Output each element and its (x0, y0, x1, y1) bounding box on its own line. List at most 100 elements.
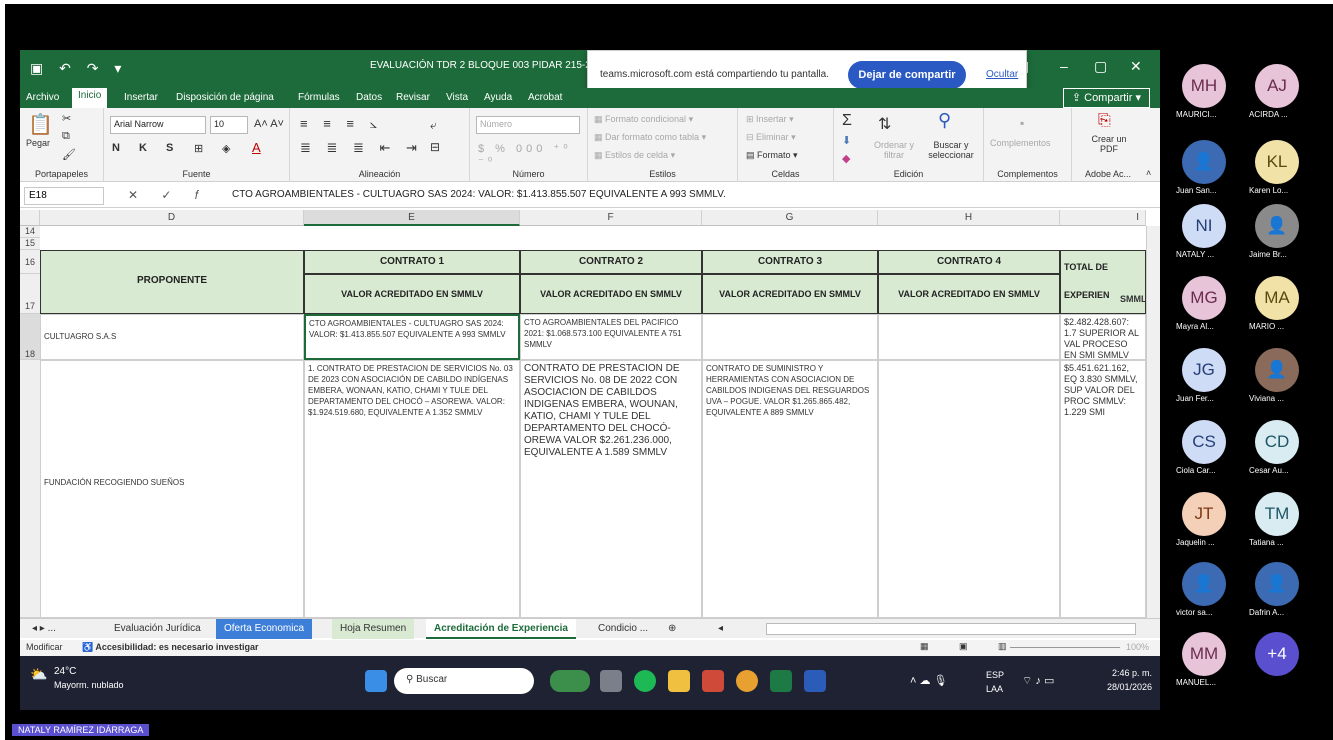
table-format-button[interactable]: ▦ Dar formato como tabla ▾ (594, 132, 706, 143)
participant-avatar[interactable]: MH (1182, 64, 1226, 108)
fill-icon[interactable]: ⬇ (842, 134, 851, 147)
clock-time[interactable]: 2:46 p. m. (1088, 668, 1152, 678)
contract-4-header[interactable]: CONTRATO 4 (878, 250, 1060, 274)
select-all-corner[interactable] (20, 210, 40, 226)
participant-avatar[interactable]: KL (1255, 140, 1299, 184)
tab-acrobat[interactable]: Acrobat (528, 92, 562, 103)
participant-avatar[interactable]: NI (1182, 204, 1226, 248)
insert-cells-button[interactable]: ⊞ Insertar ▾ (746, 114, 794, 125)
contract-cell[interactable]: 1. CONTRATO DE PRESTACION DE SERVICIOS N… (304, 360, 520, 618)
font-name-select[interactable]: Arial Narrow (110, 116, 206, 134)
windows-start-icon[interactable] (365, 670, 387, 692)
merge-icon[interactable]: ⊟ (430, 140, 440, 154)
file-explorer-icon[interactable] (668, 670, 690, 692)
fill-color-icon[interactable]: ◈ (222, 142, 230, 155)
participant-avatar[interactable]: MA (1255, 276, 1299, 320)
excel-icon[interactable] (770, 670, 792, 692)
column-header-i[interactable]: I (1060, 210, 1146, 226)
row-header-14[interactable]: 14 (20, 226, 40, 238)
task-view-icon[interactable] (600, 670, 622, 692)
contract-cell[interactable] (878, 314, 1060, 360)
spotify-icon[interactable] (634, 670, 656, 692)
proponent-name-cell[interactable]: CULTUAGRO S.A.S (40, 314, 304, 360)
horizontal-scrollbar[interactable] (766, 623, 1136, 635)
addins-button[interactable]: Complementos (990, 138, 1051, 148)
participant-avatar-image[interactable]: 👤 (1182, 140, 1226, 184)
clear-icon[interactable]: ◆ (842, 152, 850, 165)
sheet-tab[interactable]: Condicio ... (590, 619, 656, 639)
name-box[interactable]: E18 (24, 187, 104, 205)
tab-ayuda[interactable]: Ayuda (484, 92, 512, 103)
vertical-align-icons[interactable]: ≡ ≡ ≡ ⦣ (300, 116, 383, 132)
taskbar-search[interactable]: ⚲ Buscar (394, 668, 534, 694)
column-header-e[interactable]: E (304, 210, 520, 226)
zoom-slider[interactable] (1010, 647, 1120, 648)
accessibility-status[interactable]: ♿ Accesibilidad: es necesario investigar (82, 642, 258, 653)
row-header-18[interactable]: 18 (20, 314, 40, 360)
vertical-scrollbar[interactable] (1146, 226, 1160, 618)
wrap-text-icon[interactable]: ⤶ (430, 118, 437, 133)
contract-4-subheader[interactable]: VALOR ACREDITADO EN SMMLV (878, 274, 1060, 314)
row-header-16[interactable]: 16 (20, 250, 40, 274)
participant-avatar-image[interactable]: 👤 (1255, 204, 1299, 248)
tab-archivo[interactable]: Archivo (26, 92, 59, 103)
tab-disposicion[interactable]: Disposición de página (176, 92, 274, 103)
quick-access-toolbar[interactable]: ▣ ↶ ↷ ▾ (30, 60, 127, 77)
participant-avatar[interactable]: CD (1255, 420, 1299, 464)
participant-avatar-image[interactable]: 👤 (1182, 562, 1226, 606)
participant-avatar[interactable]: TM (1255, 492, 1299, 536)
sort-filter-icon[interactable]: ⇅ (878, 114, 891, 134)
participant-avatar[interactable]: JG (1182, 348, 1226, 392)
proponent-name-cell[interactable]: FUNDACIÓN RECOGIENDO SUEÑOS (40, 360, 304, 618)
create-pdf-button[interactable]: Crear un PDF (1084, 134, 1134, 154)
format-painter-icon[interactable]: 🖌 (62, 148, 76, 161)
share-button[interactable]: ⇪ Compartir ▾ (1062, 88, 1150, 108)
weather-icon[interactable]: ⛅ (30, 666, 47, 683)
hide-banner-link[interactable]: Ocultar (986, 69, 1018, 80)
sheet-tab-active[interactable]: Acreditación de Experiencia (426, 619, 576, 639)
formula-icons[interactable]: ✕ ✓ 𝑓 (128, 188, 209, 203)
contract-3-subheader[interactable]: VALOR ACREDITADO EN SMMLV (702, 274, 878, 314)
bold-italic-underline-icons[interactable]: N K S (112, 142, 181, 154)
participant-avatar[interactable]: MM (1182, 632, 1226, 676)
number-format-select[interactable]: Número (476, 116, 580, 134)
tab-insertar[interactable]: Insertar (124, 92, 158, 103)
add-sheet-icon[interactable]: ⊕ (660, 619, 684, 639)
paste-button[interactable]: Pegar (26, 138, 50, 148)
tab-datos[interactable]: Datos (356, 92, 382, 103)
contract-cell[interactable] (702, 314, 878, 360)
sheet-tab[interactable]: Hoja Resumen (332, 619, 415, 639)
collapse-ribbon-icon[interactable]: ˄ (1146, 168, 1151, 178)
total-cell[interactable]: $2.482.428.607: 1.7 SUPERIOR AL VAL PROC… (1060, 314, 1146, 360)
row-header-19[interactable] (20, 360, 40, 618)
participant-avatar[interactable]: JT (1182, 492, 1226, 536)
format-cells-button[interactable]: ▤ Formato ▾ (746, 150, 798, 161)
number-format-icons[interactable]: $ % 000 ⁺⁰ ⁻⁰ (478, 142, 587, 168)
acrobat-icon[interactable] (702, 670, 724, 692)
proponente-header[interactable]: PROPONENTE (40, 250, 304, 314)
participant-avatar[interactable]: CS (1182, 420, 1226, 464)
word-icon[interactable] (804, 670, 826, 692)
participant-avatar-image[interactable]: 👤 (1255, 348, 1299, 392)
font-color-icon[interactable]: A (252, 140, 261, 155)
sheet-tab[interactable]: Evaluación Jurídica (106, 619, 209, 639)
network-sound-battery-icons[interactable]: ⌔ ♪ ▭ (1022, 674, 1054, 688)
contract-2-subheader[interactable]: VALOR ACREDITADO EN SMMLV (520, 274, 702, 314)
minimize-icon[interactable]: – (1060, 58, 1068, 74)
row-header-15[interactable]: 15 (20, 238, 40, 250)
tab-inicio[interactable]: Inicio (72, 88, 108, 108)
find-icon[interactable]: ⚲ (938, 110, 951, 131)
view-buttons[interactable]: ▦ ▣ ▥ (920, 641, 1021, 652)
column-header-h[interactable]: H (878, 210, 1060, 226)
sort-filter-button[interactable]: Ordenar y filtrar (870, 140, 918, 160)
pdf-icon[interactable]: ⎘ (1098, 112, 1111, 130)
restore-icon[interactable]: ▢ (1094, 58, 1107, 75)
addins-icon[interactable]: ▪ (1020, 116, 1024, 130)
chrome-icon[interactable] (736, 670, 758, 692)
sheet-nav-arrows[interactable]: ◂ ▸ ... (24, 619, 64, 639)
contract-cell[interactable]: CONTRATO DE SUMINISTRO Y HERRAMIENTAS CO… (702, 360, 878, 618)
autosum-icon[interactable]: Σ (842, 112, 852, 130)
column-header-g[interactable]: G (702, 210, 878, 226)
contract-1-header[interactable]: CONTRATO 1 (304, 250, 520, 274)
contract-2-header[interactable]: CONTRATO 2 (520, 250, 702, 274)
